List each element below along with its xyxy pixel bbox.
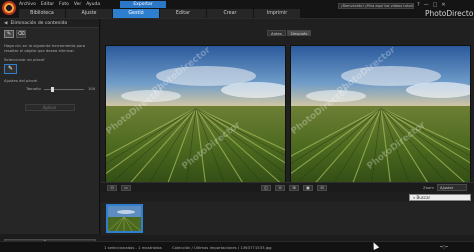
zoom-select[interactable]: Ajustar xyxy=(437,184,467,191)
after-toggle: Después xyxy=(287,30,312,36)
arrow-left-icon[interactable]: ◀ xyxy=(4,21,7,26)
app-logo-icon xyxy=(2,1,16,15)
menu-item-foto[interactable]: Foto xyxy=(59,2,69,8)
mode-tabs: Biblioteca Ajuste Gestió Editar Crear Im… xyxy=(19,9,301,18)
file-path: Colección / Últimas importaciones / 1363… xyxy=(172,245,272,250)
minimize-icon[interactable]: — xyxy=(424,2,429,8)
export-button[interactable]: Exportar xyxy=(120,1,166,8)
zoom-label: Zoom xyxy=(423,185,434,190)
selection-count: 1 seleccionados - 1 mostrados xyxy=(104,245,162,250)
thumbnail-image xyxy=(108,206,141,231)
close-icon[interactable]: ✕ xyxy=(441,2,445,8)
field-photo-before xyxy=(106,46,285,186)
slider-icon[interactable]: ━○━ xyxy=(440,244,448,249)
before-toggle: Antes xyxy=(267,30,286,36)
menu-item-editar[interactable]: Editar xyxy=(41,2,54,8)
tab-biblioteca[interactable]: Biblioteca xyxy=(19,9,65,18)
search-placeholder: Buscar xyxy=(416,195,431,200)
title-bar: Archivo Editar Foto Ver Ayuda Exportar B… xyxy=(0,0,474,19)
window-controls: ? — □ ✕ xyxy=(417,2,446,8)
tab-imprimir[interactable]: Imprimir xyxy=(254,9,300,18)
content-removal-panel: ◀ Eliminación de contenido ✎ ⌫ Haga clic … xyxy=(0,19,100,247)
tab-ajuste[interactable]: Ajuste xyxy=(66,9,112,18)
field-photo-after xyxy=(291,46,470,186)
help-icon[interactable]: ? xyxy=(417,2,420,8)
eraser-icon[interactable]: ⌫ xyxy=(16,30,26,38)
panel-header: ◀ Eliminación de contenido xyxy=(0,19,99,28)
apply-button[interactable]: Aplicar xyxy=(24,104,75,111)
menu-item-ayuda[interactable]: Ayuda xyxy=(86,2,100,8)
brush-settings-label: Ajustes del pincel xyxy=(4,78,38,83)
menu-item-ver[interactable]: Ver xyxy=(74,2,81,8)
before-label[interactable]: Antes xyxy=(267,30,286,36)
size-slider-thumb[interactable] xyxy=(50,87,54,92)
tool-row: ✎ ⌫ xyxy=(4,30,99,38)
brush-section-label: Seleccionar en pincel xyxy=(4,57,45,62)
tab-crear[interactable]: Crear xyxy=(207,9,253,18)
brush-icon[interactable]: ✎ xyxy=(4,30,14,38)
panel-description: Haga clic en la siguiente herramienta pa… xyxy=(4,43,86,53)
size-slider-row: Tamaño 100 xyxy=(4,86,99,92)
after-label[interactable]: Después xyxy=(287,30,312,36)
filmstrip xyxy=(101,202,474,235)
detail-view-icon[interactable]: ⊟ xyxy=(317,185,327,191)
tab-gestion[interactable]: Gestió xyxy=(113,9,159,18)
compare-view-icon[interactable]: ⊙ xyxy=(275,185,285,191)
photo-thumbnail[interactable] xyxy=(106,204,143,233)
tab-editar[interactable]: Editar xyxy=(160,9,206,18)
filmstrip-toolbar: ⌕ Buscar xyxy=(101,192,474,202)
select-brush-button[interactable]: ✎ xyxy=(4,64,17,74)
size-value: 100 xyxy=(88,86,96,91)
search-input[interactable]: ⌕ Buscar xyxy=(409,194,471,201)
brush-tool-icon: ✎ xyxy=(7,65,14,72)
status-bar: 1 seleccionados - 1 mostrados Colección … xyxy=(0,241,474,252)
grid-view-icon[interactable]: ⊞ xyxy=(289,185,299,191)
fit-view-icon[interactable]: ⊡ xyxy=(107,185,117,191)
view-toolbar: ⊡ ▭ ◫ ⊙ ⊞ ▣ ⊟ Zoom Ajustar xyxy=(101,182,474,192)
size-label: Tamaño xyxy=(26,86,41,91)
split-view-icon[interactable]: ◫ xyxy=(261,185,271,191)
menu-item-archivo[interactable]: Archivo xyxy=(19,2,36,8)
photo-viewer: Antes Después PhotoDirector PhotoDirecto… xyxy=(101,19,474,193)
search-icon: ⌕ xyxy=(413,195,416,200)
tutorial-notice-link[interactable]: ¡Bienvenido! ¡Mira aquí los videos tutor… xyxy=(338,3,414,9)
menu-bar: Archivo Editar Foto Ver Ayuda xyxy=(19,2,100,8)
after-photo[interactable]: PhotoDirector PhotoDirector PhotoDirecto… xyxy=(290,45,471,187)
brand-logo-text: PhotoDirector xyxy=(425,9,474,18)
full-view-icon[interactable]: ▣ xyxy=(303,185,313,191)
before-photo[interactable]: PhotoDirector PhotoDirector PhotoDirecto… xyxy=(105,45,286,187)
panel-title: Eliminación de contenido xyxy=(10,21,68,26)
single-view-icon[interactable]: ▭ xyxy=(121,185,131,191)
maximize-icon[interactable]: □ xyxy=(433,2,438,8)
